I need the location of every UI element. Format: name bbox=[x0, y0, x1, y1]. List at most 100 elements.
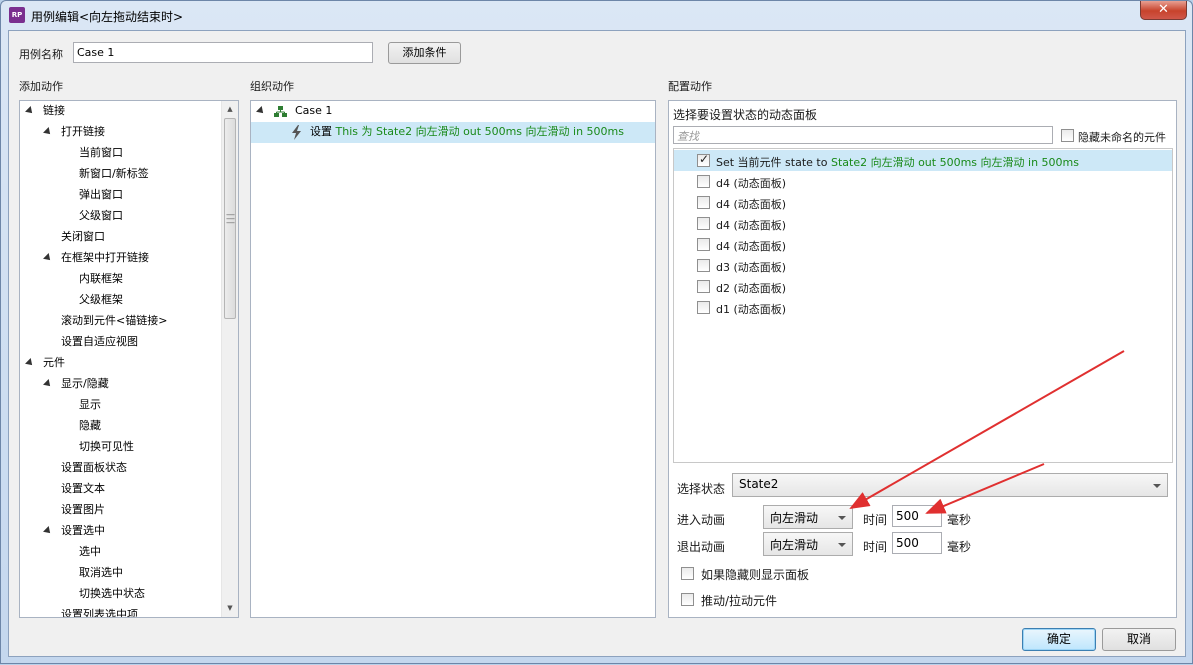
dynamic-panel-checkbox[interactable] bbox=[697, 280, 710, 293]
scroll-up-arrow-icon[interactable]: ▲ bbox=[222, 101, 238, 118]
add-action-item[interactable]: 关闭窗口 bbox=[61, 227, 105, 247]
add-action-item[interactable]: 在框架中打开链接 bbox=[43, 248, 149, 268]
scroll-thumb[interactable]: — — — bbox=[224, 118, 236, 319]
dynamic-panel-checkbox[interactable] bbox=[697, 152, 710, 167]
add-action-header: 添加动作 bbox=[19, 80, 63, 93]
exit-animation-dropdown[interactable]: 向左滑动 bbox=[763, 532, 853, 556]
select-state-label: 选择状态 bbox=[677, 482, 726, 496]
configure-action-header: 配置动作 bbox=[668, 80, 712, 93]
dynamic-panel-row[interactable]: Set 当前元件 state to State2 向左滑动 out 500ms … bbox=[674, 150, 1172, 171]
dialog-body: 用例名称 Case 1 添加条件 添加动作 组织动作 配置动作 ▲ — — — ▼ … bbox=[8, 30, 1186, 657]
exit-time-input[interactable]: 500 bbox=[892, 532, 942, 554]
dialog-window: RP 用例编辑<向左拖动结束时> ✕ 用例名称 Case 1 添加条件 添加动作… bbox=[0, 0, 1193, 664]
case-node[interactable]: Case 1 bbox=[256, 101, 332, 121]
close-button[interactable]: ✕ bbox=[1140, 1, 1187, 20]
dynamic-panel-checkbox[interactable] bbox=[697, 238, 710, 251]
panel-select-title: 选择要设置状态的动态面板 bbox=[673, 108, 818, 122]
add-action-item-label: 新窗口/新标签 bbox=[79, 167, 149, 180]
add-action-item-label: 链接 bbox=[43, 104, 65, 117]
add-action-item[interactable]: 父级窗口 bbox=[79, 206, 123, 226]
action-detail: This 为 State2 向左滑动 out 500ms 向左滑动 in 500… bbox=[335, 125, 625, 138]
case-name-input[interactable]: Case 1 bbox=[73, 42, 373, 63]
collapse-triangle-icon[interactable] bbox=[43, 253, 53, 263]
add-action-item-label: 关闭窗口 bbox=[61, 230, 105, 243]
add-action-item-label: 设置列表选中项 bbox=[61, 608, 138, 618]
add-action-item[interactable]: 设置面板状态 bbox=[61, 458, 127, 478]
add-action-item-label: 切换选中状态 bbox=[79, 587, 145, 600]
dynamic-panel-checkbox[interactable] bbox=[697, 301, 710, 314]
add-action-item[interactable]: 内联框架 bbox=[79, 269, 123, 289]
add-action-item-label: 设置图片 bbox=[61, 503, 105, 516]
lightning-icon bbox=[292, 124, 301, 140]
add-action-item[interactable]: 打开链接 bbox=[43, 122, 105, 142]
add-action-item[interactable]: 切换可见性 bbox=[79, 437, 134, 457]
dynamic-panel-checkbox[interactable] bbox=[697, 196, 710, 209]
state-dropdown[interactable]: State2 bbox=[732, 473, 1168, 497]
hide-unnamed-checkbox[interactable] bbox=[1061, 129, 1074, 142]
dynamic-panel-checkbox[interactable] bbox=[697, 175, 710, 188]
add-action-item[interactable]: 设置文本 bbox=[61, 479, 105, 499]
add-action-item[interactable]: 设置自适应视图 bbox=[61, 332, 138, 352]
add-action-item[interactable]: 弹出窗口 bbox=[79, 185, 123, 205]
dynamic-panel-label: d1 (动态面板) bbox=[716, 303, 787, 316]
add-action-item[interactable]: 元件 bbox=[25, 353, 65, 373]
add-action-scrollbar[interactable]: ▲ — — — ▼ bbox=[221, 101, 238, 617]
add-action-item[interactable]: 设置列表选中项 bbox=[61, 605, 138, 618]
dynamic-panel-row[interactable]: d3 (动态面板) bbox=[674, 255, 1172, 276]
add-action-item[interactable]: 设置选中 bbox=[43, 521, 105, 541]
exit-animation-label: 退出动画 bbox=[677, 540, 726, 554]
exit-time-label: 时间 bbox=[863, 540, 888, 554]
add-action-item[interactable]: 选中 bbox=[79, 542, 101, 562]
add-action-item[interactable]: 滚动到元件<锚链接> bbox=[61, 311, 167, 331]
collapse-triangle-icon[interactable] bbox=[43, 526, 53, 536]
push-pull-label: 推动/拉动元件 bbox=[701, 594, 778, 608]
dynamic-panel-row[interactable]: d4 (动态面板) bbox=[674, 213, 1172, 234]
scroll-down-arrow-icon[interactable]: ▼ bbox=[222, 600, 238, 617]
add-condition-button[interactable]: 添加条件 bbox=[388, 42, 461, 64]
dynamic-panel-row[interactable]: d1 (动态面板) bbox=[674, 297, 1172, 318]
dynamic-panel-label: d2 (动态面板) bbox=[716, 282, 787, 295]
add-action-item[interactable]: 显示/隐藏 bbox=[43, 374, 109, 394]
add-action-item[interactable]: 链接 bbox=[25, 101, 65, 121]
enter-animation-value: 向左滑动 bbox=[770, 511, 819, 525]
collapse-triangle-icon[interactable] bbox=[25, 106, 35, 116]
show-if-hidden-checkbox[interactable] bbox=[681, 567, 694, 580]
search-input[interactable]: 查找 bbox=[673, 126, 1053, 144]
add-action-item[interactable]: 显示 bbox=[79, 395, 101, 415]
dynamic-panel-row[interactable]: d4 (动态面板) bbox=[674, 192, 1172, 213]
action-node[interactable]: 设置 This 为 State2 向左滑动 out 500ms 向左滑动 in … bbox=[291, 122, 624, 142]
collapse-triangle-icon[interactable] bbox=[25, 358, 35, 368]
organize-action-header: 组织动作 bbox=[250, 80, 294, 93]
add-action-item[interactable]: 新窗口/新标签 bbox=[79, 164, 149, 184]
add-action-item[interactable]: 取消选中 bbox=[79, 563, 123, 583]
collapse-triangle-icon[interactable] bbox=[256, 106, 266, 116]
enter-time-label: 时间 bbox=[863, 513, 888, 527]
add-action-item[interactable]: 隐藏 bbox=[79, 416, 101, 436]
dynamic-panel-list: Set 当前元件 state to State2 向左滑动 out 500ms … bbox=[673, 148, 1173, 463]
case-tree-icon bbox=[274, 105, 287, 117]
add-action-item[interactable]: 设置图片 bbox=[61, 500, 105, 520]
collapse-triangle-icon[interactable] bbox=[43, 379, 53, 389]
collapse-triangle-icon[interactable] bbox=[43, 127, 53, 137]
title-bar[interactable]: RP 用例编辑<向左拖动结束时> ✕ bbox=[1, 1, 1192, 29]
add-action-item-label: 取消选中 bbox=[79, 566, 123, 579]
add-action-item[interactable]: 父级框架 bbox=[79, 290, 123, 310]
enter-animation-dropdown[interactable]: 向左滑动 bbox=[763, 505, 853, 529]
dynamic-panel-label: d4 (动态面板) bbox=[716, 240, 787, 253]
add-action-item[interactable]: 当前窗口 bbox=[79, 143, 123, 163]
case-name-label: 用例名称 bbox=[19, 48, 63, 61]
push-pull-checkbox[interactable] bbox=[681, 593, 694, 606]
enter-time-input[interactable]: 500 bbox=[892, 505, 942, 527]
action-prefix: 设置 bbox=[310, 125, 332, 138]
state-dropdown-value: State2 bbox=[739, 477, 779, 491]
ok-button[interactable]: 确定 bbox=[1022, 628, 1096, 651]
add-action-item-label: 显示 bbox=[79, 398, 101, 411]
dynamic-panel-checkbox[interactable] bbox=[697, 259, 710, 272]
cancel-button[interactable]: 取消 bbox=[1102, 628, 1176, 651]
dynamic-panel-row[interactable]: d4 (动态面板) bbox=[674, 234, 1172, 255]
dynamic-panel-checkbox[interactable] bbox=[697, 217, 710, 230]
add-action-item[interactable]: 切换选中状态 bbox=[79, 584, 145, 604]
dynamic-panel-row[interactable]: d2 (动态面板) bbox=[674, 276, 1172, 297]
dropdown-arrow-icon bbox=[1153, 484, 1161, 488]
dynamic-panel-row[interactable]: d4 (动态面板) bbox=[674, 171, 1172, 192]
